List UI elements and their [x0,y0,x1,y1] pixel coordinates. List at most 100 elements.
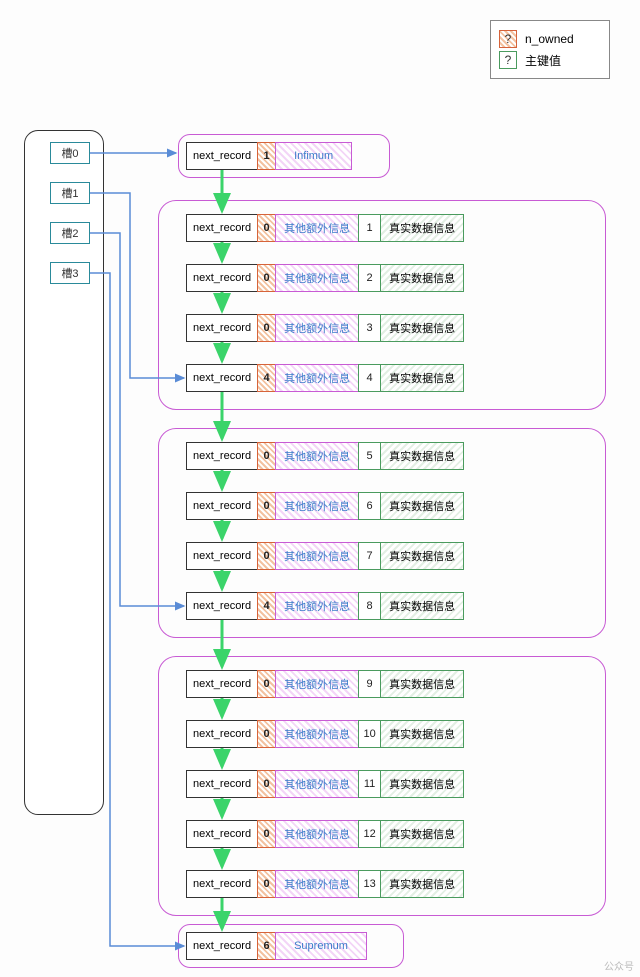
slot-label: 槽3 [61,265,78,281]
cell-pk: 5 [358,442,382,470]
record-11: next_record 0 其他额外信息 11 真实数据信息 [186,770,464,798]
cell-n-owned: 0 [257,670,277,698]
cell-real-data: 真实数据信息 [380,314,464,342]
watermark: 公众号 [604,958,634,973]
legend-label-pk: 主键值 [525,52,561,69]
cell-next-record: next_record [186,870,258,898]
slot-1: 槽1 [50,182,90,204]
slot-3: 槽3 [50,262,90,284]
cell-n-owned: 1 [257,142,277,170]
record-1: next_record 0 其他额外信息 1 真实数据信息 [186,214,464,242]
cell-extra-info: 其他额外信息 [275,364,359,392]
cell-extra-info: 其他额外信息 [275,592,359,620]
cell-real-data: 真实数据信息 [380,492,464,520]
cell-n-owned: 4 [257,364,277,392]
record-13: next_record 0 其他额外信息 13 真实数据信息 [186,870,464,898]
cell-real-data: 真实数据信息 [380,670,464,698]
cell-n-owned: 0 [257,492,277,520]
cell-n-owned: 0 [257,770,277,798]
cell-next-record: next_record [186,932,258,960]
record-7: next_record 0 其他额外信息 7 真实数据信息 [186,542,464,570]
cell-real-data: 真实数据信息 [380,542,464,570]
legend: ? n_owned ? 主键值 [490,20,610,79]
cell-extra-info: 其他额外信息 [275,770,359,798]
cell-next-record: next_record [186,314,258,342]
cell-extra-info: 其他额外信息 [275,314,359,342]
cell-real-data: 真实数据信息 [380,592,464,620]
cell-pk: 6 [358,492,382,520]
cell-extra-info: 其他额外信息 [275,720,359,748]
cell-n-owned: 4 [257,592,277,620]
record-10: next_record 0 其他额外信息 10 真实数据信息 [186,720,464,748]
cell-next-record: next_record [186,492,258,520]
legend-swatch-q2: ? [505,53,512,67]
cell-extra-info: 其他额外信息 [275,442,359,470]
cell-extra-info: 其他额外信息 [275,870,359,898]
legend-row-pk: ? 主键值 [499,51,601,69]
cell-real-data: 真实数据信息 [380,442,464,470]
record-6: next_record 0 其他额外信息 6 真实数据信息 [186,492,464,520]
cell-extra-info: 其他额外信息 [275,214,359,242]
cell-next-record: next_record [186,142,258,170]
cell-pk: 9 [358,670,382,698]
cell-next-record: next_record [186,442,258,470]
cell-n-owned: 0 [257,720,277,748]
cell-pk: 4 [358,364,382,392]
legend-swatch-q: ? [505,32,512,46]
cell-n-owned: 0 [257,314,277,342]
slot-label: 槽0 [61,145,78,161]
cell-next-record: next_record [186,592,258,620]
cell-infimum-label: Infimum [275,142,352,170]
record-12: next_record 0 其他额外信息 12 真实数据信息 [186,820,464,848]
cell-n-owned: 6 [257,932,277,960]
cell-next-record: next_record [186,720,258,748]
cell-extra-info: 其他额外信息 [275,820,359,848]
legend-row-owned: ? n_owned [499,30,601,48]
cell-n-owned: 0 [257,214,277,242]
slot-0: 槽0 [50,142,90,164]
cell-real-data: 真实数据信息 [380,214,464,242]
slot-label: 槽2 [61,225,78,241]
cell-n-owned: 0 [257,870,277,898]
cell-pk: 1 [358,214,382,242]
cell-pk: 13 [358,870,382,898]
cell-next-record: next_record [186,820,258,848]
cell-real-data: 真实数据信息 [380,264,464,292]
cell-next-record: next_record [186,770,258,798]
cell-next-record: next_record [186,364,258,392]
cell-extra-info: 其他额外信息 [275,542,359,570]
cell-next-record: next_record [186,670,258,698]
slot-label: 槽1 [61,185,78,201]
cell-pk: 3 [358,314,382,342]
cell-pk: 10 [358,720,382,748]
record-9: next_record 0 其他额外信息 9 真实数据信息 [186,670,464,698]
slot-2: 槽2 [50,222,90,244]
cell-real-data: 真实数据信息 [380,720,464,748]
legend-swatch-pk: ? [499,51,517,69]
cell-pk: 2 [358,264,382,292]
legend-swatch-owned: ? [499,30,517,48]
cell-next-record: next_record [186,264,258,292]
cell-n-owned: 0 [257,820,277,848]
cell-pk: 11 [358,770,382,798]
cell-extra-info: 其他额外信息 [275,264,359,292]
cell-n-owned: 0 [257,542,277,570]
cell-real-data: 真实数据信息 [380,870,464,898]
cell-pk: 12 [358,820,382,848]
cell-real-data: 真实数据信息 [380,364,464,392]
record-supremum: next_record 6 Supremum [186,932,367,960]
record-5: next_record 0 其他额外信息 5 真实数据信息 [186,442,464,470]
cell-n-owned: 0 [257,264,277,292]
record-8: next_record 4 其他额外信息 8 真实数据信息 [186,592,464,620]
cell-pk: 8 [358,592,382,620]
cell-real-data: 真实数据信息 [380,820,464,848]
cell-supremum-label: Supremum [275,932,367,960]
record-4: next_record 4 其他额外信息 4 真实数据信息 [186,364,464,392]
cell-extra-info: 其他额外信息 [275,670,359,698]
cell-n-owned: 0 [257,442,277,470]
cell-extra-info: 其他额外信息 [275,492,359,520]
legend-label-owned: n_owned [525,32,574,46]
cell-next-record: next_record [186,542,258,570]
cell-real-data: 真实数据信息 [380,770,464,798]
record-3: next_record 0 其他额外信息 3 真实数据信息 [186,314,464,342]
